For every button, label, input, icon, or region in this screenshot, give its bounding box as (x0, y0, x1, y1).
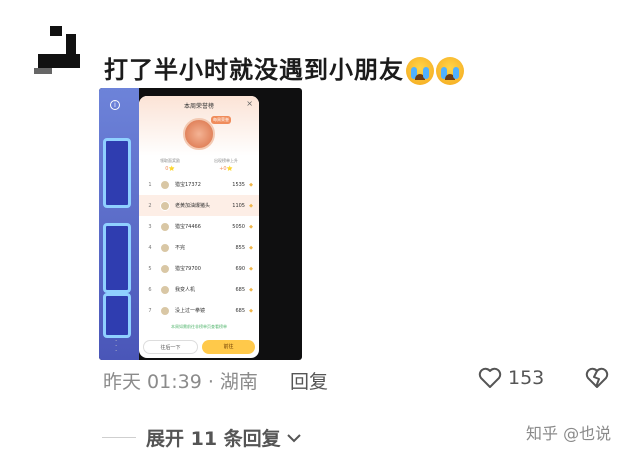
badge-tag: 每周荣誉 (211, 116, 231, 124)
close-icon: × (246, 99, 253, 108)
diamond-icon: ◆ (249, 265, 253, 272)
player-name: 猎宝74466 (175, 224, 201, 230)
leaderboard-row: 6 我变人机 685 ◆ (139, 279, 259, 300)
honor-badge-icon (183, 118, 215, 150)
rank: 2 (148, 202, 152, 209)
chevron-down-icon (286, 433, 301, 442)
panel-title: 本周荣誉榜 (183, 103, 214, 110)
info-icon: i (110, 100, 120, 110)
footnote: 本周如需前往非榜单页查看榜单 (171, 324, 227, 329)
player-name: 我变人机 (175, 287, 196, 293)
player-score: 1535 (232, 181, 245, 188)
player-avatar (160, 263, 170, 274)
rank: 6 (148, 286, 152, 293)
diamond-icon: ◆ (249, 223, 253, 230)
expand-replies-label: 展开 11 条回复 (146, 428, 281, 450)
like-button[interactable]: 153 (478, 367, 544, 389)
player-avatar (160, 221, 170, 232)
stat-item: 出现榜单上升 +0⭐ (214, 158, 238, 172)
player-avatar (160, 179, 170, 190)
more-dots-icon: · · · (115, 337, 118, 355)
heart-icon (478, 367, 502, 388)
player-score: 690 (235, 265, 245, 272)
leaderboard-row: 2 老黄加油爆猪头 1105 ◆ (139, 195, 259, 216)
watermark: 知乎 @也说 (526, 424, 612, 443)
player-avatar (160, 242, 170, 253)
expand-replies-button[interactable]: 展开 11 条回复 (102, 424, 303, 451)
diamond-icon: ◆ (249, 181, 253, 188)
diamond-icon: ◆ (249, 307, 253, 314)
game-background (99, 88, 139, 360)
comment-time-location: 昨天 01:39 · 湖南 (103, 371, 258, 393)
player-score: 5050 (232, 223, 245, 230)
secondary-button: 往后一下 (143, 340, 198, 354)
player-score: 685 (235, 307, 245, 314)
diamond-icon: ◆ (249, 202, 253, 209)
diamond-icon: ◆ (249, 244, 253, 251)
rank: 1 (148, 181, 152, 188)
comment-image[interactable]: i · · · 本周荣誉榜 × 每周荣誉 领取面奖励 0⭐ 出现榜单上升 +0⭐ 1… (99, 88, 302, 360)
crying-face-emoji-icon (436, 57, 464, 85)
comment-text: 打了半小时就没遇到小朋友 (104, 50, 464, 85)
leaderboard-row: 5 猎宝79700 690 ◆ (139, 258, 259, 279)
leaderboard-row: 1 猎宝17372 1535 ◆ (139, 174, 259, 195)
leaderboard-list: 1 猎宝17372 1535 ◆ 2 老黄加油爆猪头 1105 ◆ 3 猎宝74466 5050 ◆ 4… (139, 174, 259, 321)
stat-item: 领取面奖励 0⭐ (160, 158, 180, 172)
leaderboard-panel: 本周荣誉榜 × 每周荣誉 领取面奖励 0⭐ 出现榜单上升 +0⭐ 1 猎宝1737… (139, 96, 259, 358)
leaderboard-row: 4 不完 855 ◆ (139, 237, 259, 258)
diamond-icon: ◆ (249, 286, 253, 293)
leaderboard-row: 7 没上过一拳镜 685 ◆ (139, 300, 259, 321)
avatar[interactable] (30, 20, 90, 80)
player-score: 685 (235, 286, 245, 293)
player-avatar (160, 305, 170, 316)
comment-body: 打了半小时就没遇到小朋友 (104, 56, 404, 84)
rank: 4 (148, 244, 152, 251)
dislike-button[interactable] (584, 366, 610, 394)
broken-heart-icon (585, 367, 609, 388)
player-name: 猎宝79700 (175, 266, 201, 272)
leaderboard-row: 3 猎宝74466 5050 ◆ (139, 216, 259, 237)
rank: 3 (148, 223, 152, 230)
reply-button[interactable]: 回复 (290, 367, 328, 394)
rank: 7 (148, 307, 152, 314)
divider (102, 437, 136, 438)
player-name: 猎宝17372 (175, 182, 201, 188)
player-avatar (160, 284, 170, 295)
player-name: 没上过一拳镜 (175, 308, 206, 314)
stats-row: 领取面奖励 0⭐ 出现榜单上升 +0⭐ (139, 156, 259, 174)
primary-button: 前往 (202, 340, 255, 354)
player-score: 1105 (232, 202, 245, 209)
player-score: 855 (235, 244, 245, 251)
rank: 5 (148, 265, 152, 272)
player-name: 老黄加油爆猪头 (175, 203, 211, 209)
player-name: 不完 (175, 245, 186, 251)
player-avatar (160, 200, 170, 211)
crying-face-emoji-icon (406, 57, 434, 85)
like-count: 153 (508, 367, 545, 389)
